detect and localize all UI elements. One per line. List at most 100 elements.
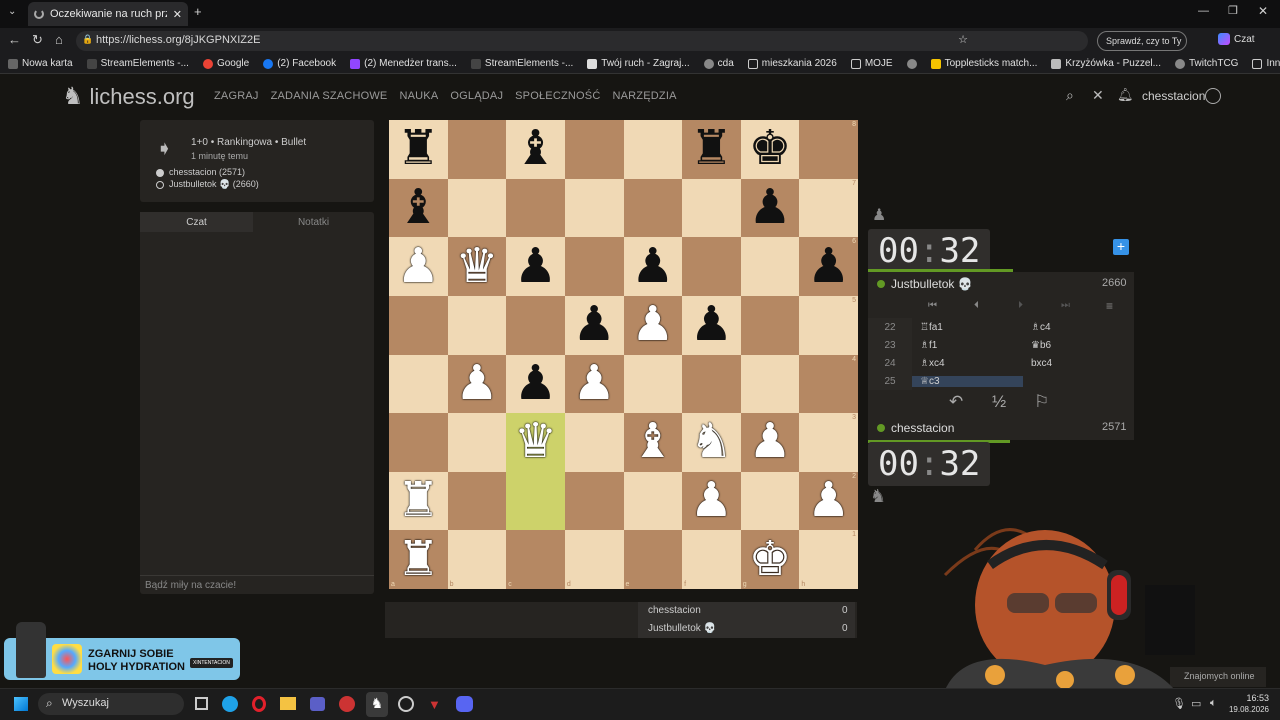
windows-start-icon[interactable]: [14, 697, 28, 711]
task-view-icon[interactable]: [195, 697, 208, 710]
square-e3[interactable]: ♝: [623, 413, 683, 472]
takeback-button[interactable]: ↶: [949, 392, 963, 412]
square-h7[interactable]: 7: [799, 178, 858, 238]
white-pawn-icon[interactable]: ♟: [690, 477, 733, 525]
app-icon[interactable]: [398, 696, 414, 712]
square-d5[interactable]: ♟: [564, 295, 624, 355]
square-a3[interactable]: [389, 413, 448, 472]
bookmark-folder[interactable]: mieszkania 2026: [747, 58, 837, 69]
square-a8[interactable]: ♜: [389, 120, 448, 179]
square-d4[interactable]: ♟: [564, 354, 624, 414]
square-g5[interactable]: [740, 295, 800, 355]
new-tab-icon[interactable]: +: [194, 4, 202, 19]
white-queen-icon[interactable]: ♛: [455, 242, 498, 291]
browser-tab[interactable]: Oczekiwanie na ruch przeciwn ✕: [28, 2, 188, 26]
volume-icon[interactable]: 🔈︎: [1210, 697, 1217, 710]
first-move-icon[interactable]: ⏮: [928, 300, 937, 311]
square-b3[interactable]: [447, 413, 507, 472]
square-h6[interactable]: ♟ 6: [799, 237, 858, 296]
next-move-icon[interactable]: ⏵: [1018, 300, 1023, 311]
square-f1[interactable]: f: [682, 530, 741, 589]
site-logo[interactable]: ♞ lichess.org: [62, 82, 195, 111]
black-move[interactable]: ♗c4: [1023, 322, 1134, 333]
square-d3[interactable]: [564, 413, 624, 472]
chess-board[interactable]: ♜ ♝ ♜ ♚ 8 ♝ ♟ 7 ♟ ♛ ♟ ♟ ♟ 6 ♟ ♟ ♟ 5 ♟ ♟ ♟ 4 ♛ ♝ ♞ ♟ 3 ♜ ♟ ♟ 2 ♜ a b c d e f ♚ g…: [389, 120, 858, 589]
square-g8[interactable]: ♚: [740, 120, 800, 179]
square-d8[interactable]: [564, 120, 624, 179]
square-d1[interactable]: d: [564, 530, 624, 589]
square-f7[interactable]: [682, 178, 741, 238]
add-time-button[interactable]: +: [1113, 239, 1129, 255]
white-pawn-icon[interactable]: ♟: [455, 359, 498, 408]
user-avatar-icon[interactable]: [1205, 88, 1221, 104]
app-icon[interactable]: ▼: [428, 697, 441, 712]
close-icon[interactable]: ✕: [1092, 87, 1104, 104]
black-move[interactable]: bxc4: [1023, 358, 1134, 369]
square-a1[interactable]: ♜ a: [389, 530, 448, 589]
last-move-icon[interactable]: ⏭: [1061, 300, 1070, 311]
square-b8[interactable]: [447, 120, 507, 179]
bookmark-item[interactable]: Google: [202, 58, 249, 69]
square-g2[interactable]: [740, 471, 800, 531]
app-icon[interactable]: [339, 696, 355, 712]
square-e4[interactable]: [623, 354, 683, 414]
bookmark-item[interactable]: Twój ruch - Zagraj...: [587, 58, 690, 69]
white-bishop-icon[interactable]: ♝: [631, 418, 674, 466]
network-icon[interactable]: ▭: [1191, 697, 1201, 710]
white-pawn-icon[interactable]: ♟: [749, 418, 792, 466]
square-h4[interactable]: 4: [799, 354, 858, 414]
square-g7[interactable]: ♟: [740, 178, 800, 238]
bookmark-item[interactable]: [906, 58, 917, 69]
tab-chat[interactable]: Czat: [140, 212, 253, 232]
search-icon[interactable]: ⌕: [1066, 87, 1074, 104]
square-f6[interactable]: [682, 237, 741, 296]
square-a4[interactable]: [389, 354, 448, 414]
black-move[interactable]: ♛b6: [1023, 340, 1134, 351]
white-move[interactable]: ♗f1: [912, 340, 1023, 351]
square-f3[interactable]: ♞: [682, 413, 741, 472]
bookmark-item[interactable]: Krzyżówka - Puzzel...: [1051, 58, 1161, 69]
home-icon[interactable]: ⌂: [55, 32, 63, 47]
square-g3[interactable]: ♟: [740, 413, 800, 472]
url-field[interactable]: 🔒 https://lichess.org/8jJKGPNXIZ2E ☆: [76, 31, 1088, 51]
square-c3[interactable]: ♛: [506, 413, 565, 472]
square-h3[interactable]: 3: [799, 413, 858, 472]
bookmark-item[interactable]: StreamElements -...: [470, 58, 573, 69]
nav-tools[interactable]: NARZĘDZIA: [612, 90, 676, 102]
taskbar-search[interactable]: ⌕ Wyszukaj: [38, 693, 184, 715]
bookmark-folder[interactable]: MOJE: [850, 58, 893, 69]
back-icon[interactable]: ←: [8, 32, 21, 47]
square-b7[interactable]: [447, 178, 507, 238]
square-f4[interactable]: [682, 354, 741, 414]
player-name[interactable]: chesstacion: [891, 421, 954, 435]
clock-date[interactable]: 19.08.2026: [1222, 705, 1269, 714]
microphone-icon[interactable]: 🎙︎: [1172, 697, 1186, 710]
square-f5[interactable]: ♟: [682, 295, 741, 355]
square-b2[interactable]: [447, 471, 507, 531]
nav-learn[interactable]: NAUKA: [399, 90, 438, 102]
square-h8[interactable]: 8: [799, 120, 858, 179]
crosstable-name[interactable]: chesstacion: [648, 605, 701, 616]
white-queen-icon[interactable]: ♛: [514, 418, 557, 466]
square-h1[interactable]: 1h: [799, 530, 858, 589]
square-g6[interactable]: [740, 237, 800, 296]
current-move[interactable]: ♕c3: [912, 375, 1023, 387]
tab-notes[interactable]: Notatki: [253, 212, 374, 232]
white-player-link[interactable]: chesstacion (2571): [169, 167, 245, 177]
nav-play[interactable]: ZAGRAJ: [214, 90, 259, 102]
discord-icon[interactable]: [456, 696, 473, 712]
square-g1[interactable]: ♚ g: [740, 530, 800, 589]
square-c4[interactable]: ♟: [506, 354, 565, 414]
white-pawn-icon[interactable]: ♟: [397, 242, 440, 291]
lichess-app-icon[interactable]: ♞: [366, 692, 388, 717]
bookmark-item[interactable]: cda: [703, 58, 734, 69]
square-e1[interactable]: e: [623, 530, 683, 589]
white-rook-icon[interactable]: ♜: [397, 535, 440, 584]
bell-icon[interactable]: 🔔︎: [1117, 87, 1134, 103]
square-h2[interactable]: ♟ 2: [799, 471, 858, 531]
nav-watch[interactable]: OGLĄDAJ: [450, 90, 503, 102]
square-a5[interactable]: [389, 295, 448, 355]
square-d6[interactable]: [564, 237, 624, 296]
clock-time[interactable]: 16:53: [1227, 693, 1269, 703]
close-tab-icon[interactable]: ✕: [173, 8, 182, 21]
